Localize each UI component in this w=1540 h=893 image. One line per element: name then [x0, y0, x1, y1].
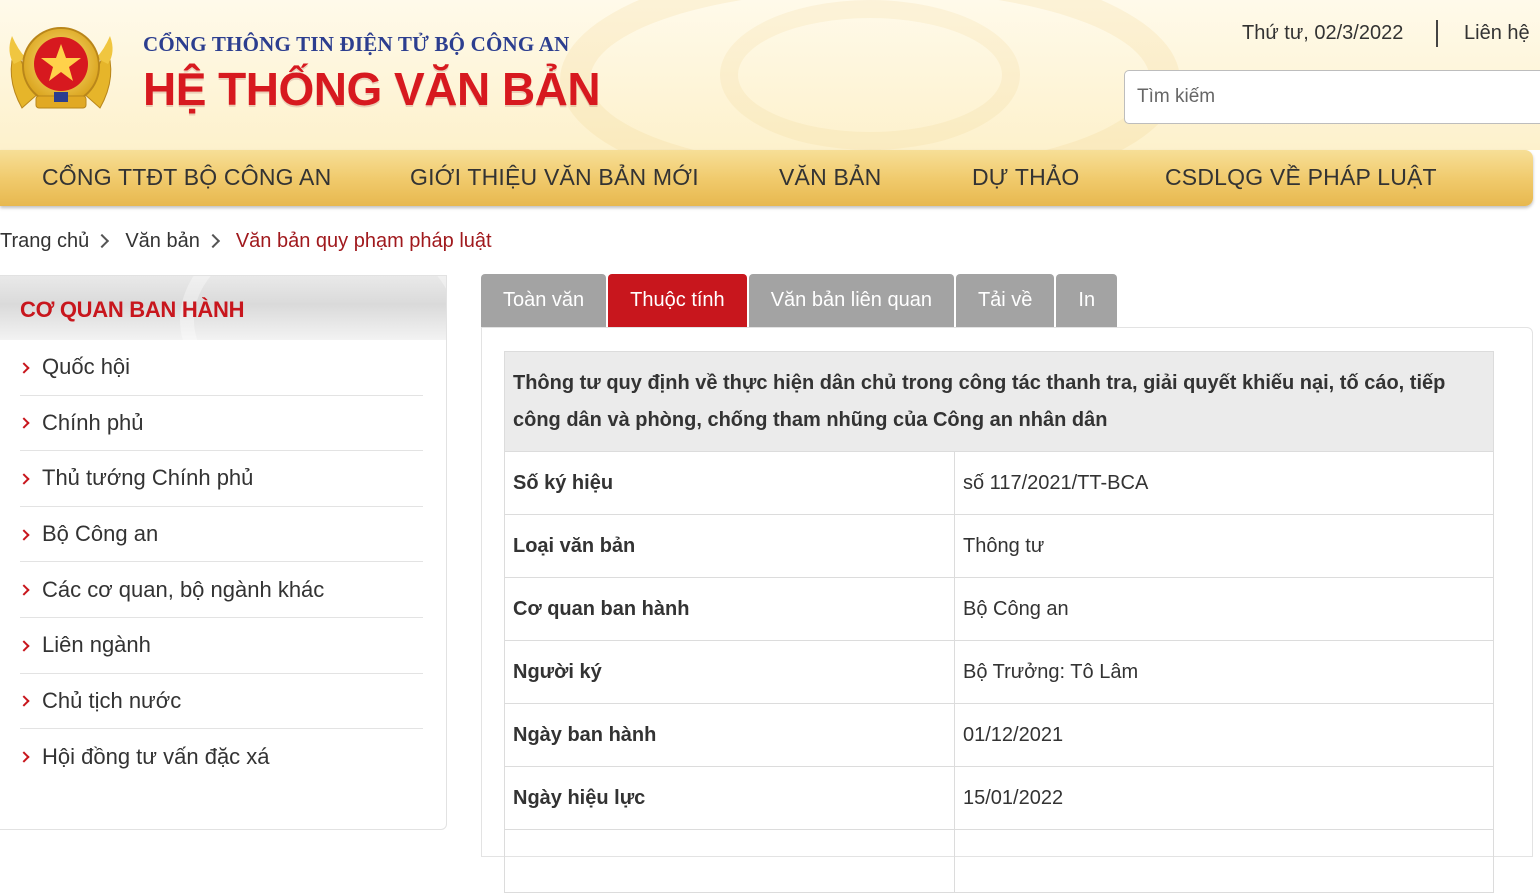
- chevron-right-icon: [18, 473, 30, 485]
- search-input[interactable]: [1124, 70, 1540, 124]
- tab-print[interactable]: In: [1056, 274, 1118, 327]
- tab-related-documents[interactable]: Văn bản liên quan: [748, 274, 954, 327]
- site-header: CỔNG THÔNG TIN ĐIỆN TỬ BỘ CÔNG AN HỆ THỐ…: [0, 0, 1540, 150]
- sidebar-item-label: Bộ Công an: [42, 521, 159, 547]
- tab-download[interactable]: Tải về: [955, 274, 1055, 327]
- sidebar-item-national-assembly[interactable]: Quốc hội: [18, 340, 423, 396]
- agency-list: Quốc hội Chính phủ Thủ tướng Chính phủ B…: [0, 340, 446, 785]
- chevron-right-icon: [18, 695, 30, 708]
- sidebar-item-label: Liên ngành: [42, 632, 151, 658]
- sidebar-title: CƠ QUAN BAN HÀNH: [20, 297, 245, 322]
- property-value: Bộ Công an: [954, 577, 1494, 641]
- table-row: Loại văn bản Thông tư: [504, 514, 1494, 578]
- sidebar-item-label: Chính phủ: [42, 409, 144, 435]
- sidebar-item-prime-minister[interactable]: Thủ tướng Chính phủ: [18, 451, 423, 507]
- property-label: Loại văn bản: [504, 514, 955, 578]
- chevron-right-icon: [18, 528, 30, 541]
- sidebar-item-inter-ministerial[interactable]: Liên ngành: [18, 618, 423, 674]
- property-label: Cơ quan ban hành: [504, 577, 955, 641]
- property-value-empty: [954, 829, 1494, 893]
- sidebar-item-president[interactable]: Chủ tịch nước: [18, 674, 423, 730]
- current-date: Thứ tư, 02/3/2022: [1242, 22, 1404, 44]
- header-divider: [1436, 20, 1438, 47]
- sidebar-item-ministry-of-public-security[interactable]: Bộ Công an: [18, 507, 423, 563]
- sidebar-header: CƠ QUAN BAN HÀNH: [0, 276, 446, 340]
- tab-full-text[interactable]: Toàn văn: [481, 274, 607, 327]
- document-tabs: Toàn văn Thuộc tính Văn bản liên quan Tả…: [481, 274, 1119, 327]
- table-row: Cơ quan ban hành Bộ Công an: [504, 577, 1494, 641]
- sidebar-item-government[interactable]: Chính phủ: [18, 396, 423, 452]
- breadcrumb-legal-documents[interactable]: Văn bản quy phạm pháp luật: [236, 230, 492, 253]
- chevron-right-icon: [18, 417, 30, 430]
- sidebar-item-label: Quốc hội: [42, 354, 131, 380]
- breadcrumb: Trang chủ Văn bản Văn bản quy phạm pháp …: [0, 228, 492, 254]
- table-row: Ngày ban hành 01/12/2021: [504, 703, 1494, 767]
- property-value: 01/12/2021: [954, 703, 1494, 767]
- main-nav: CỔNG TTĐT BỘ CÔNG AN GIỚI THIỆU VĂN BẢN …: [0, 150, 1533, 206]
- sidebar-item-label: Các cơ quan, bộ ngành khác: [42, 576, 325, 602]
- property-label-empty: [504, 829, 955, 893]
- police-emblem-icon[interactable]: [2, 16, 120, 120]
- nav-item-drafts[interactable]: DỰ THẢO: [972, 164, 1080, 191]
- sidebar-item-label: Chủ tịch nước: [42, 687, 182, 713]
- table-row: Số ký hiệu số 117/2021/TT-BCA: [504, 451, 1494, 515]
- property-label: Ngày ban hành: [504, 703, 955, 767]
- sidebar-item-label: Thủ tướng Chính phủ: [42, 465, 254, 491]
- tab-properties[interactable]: Thuộc tính: [608, 274, 747, 327]
- property-value: số 117/2021/TT-BCA: [954, 451, 1494, 515]
- contact-link[interactable]: Liên hệ: [1464, 22, 1530, 45]
- chevron-right-icon: [18, 640, 30, 652]
- table-row: Người ký Bộ Trưởng: Tô Lâm: [504, 640, 1494, 704]
- sidebar-item-label: Hội đồng tư vấn đặc xá: [42, 743, 270, 769]
- table-row: Thông tư quy định về thực hiện dân chủ t…: [504, 351, 1494, 452]
- breadcrumb-home[interactable]: Trang chủ: [0, 230, 89, 253]
- property-value: Thông tư: [954, 514, 1494, 578]
- portal-name: CỔNG THÔNG TIN ĐIỆN TỬ BỘ CÔNG AN: [143, 32, 570, 56]
- nav-item-portal[interactable]: CỔNG TTĐT BỘ CÔNG AN: [42, 164, 331, 191]
- property-value: Bộ Trưởng: Tô Lâm: [954, 640, 1494, 704]
- property-label: Ngày hiệu lực: [504, 766, 955, 830]
- nav-item-new-documents[interactable]: GIỚI THIỆU VĂN BẢN MỚI: [410, 164, 699, 191]
- chevron-right-icon: [18, 362, 30, 374]
- sidebar-item-amnesty-council[interactable]: Hội đồng tư vấn đặc xá: [18, 729, 423, 785]
- document-properties-table: Thông tư quy định về thực hiện dân chủ t…: [504, 351, 1494, 893]
- chevron-right-icon: [18, 584, 30, 596]
- breadcrumb-documents[interactable]: Văn bản: [125, 230, 200, 253]
- header-drum-pattern-inner: [720, 0, 1020, 150]
- document-title: Thông tư quy định về thực hiện dân chủ t…: [504, 351, 1494, 452]
- property-label: Số ký hiệu: [504, 451, 955, 515]
- nav-item-law-database[interactable]: CSDLQG VỀ PHÁP LUẬT: [1165, 164, 1437, 191]
- chevron-right-icon: [205, 233, 220, 249]
- chevron-right-icon: [18, 751, 30, 764]
- table-row: Ngày hiệu lực 15/01/2022: [504, 766, 1494, 830]
- nav-item-documents[interactable]: VĂN BẢN: [779, 164, 881, 191]
- property-label: Người ký: [504, 640, 955, 704]
- issuing-agency-sidebar: CƠ QUAN BAN HÀNH Quốc hội Chính phủ Thủ …: [0, 275, 447, 830]
- chevron-right-icon: [95, 233, 110, 249]
- site-title[interactable]: HỆ THỐNG VĂN BẢN: [143, 62, 601, 116]
- property-value: 15/01/2022: [954, 766, 1494, 830]
- table-row: [504, 829, 1494, 893]
- sidebar-item-other-agencies[interactable]: Các cơ quan, bộ ngành khác: [18, 562, 423, 618]
